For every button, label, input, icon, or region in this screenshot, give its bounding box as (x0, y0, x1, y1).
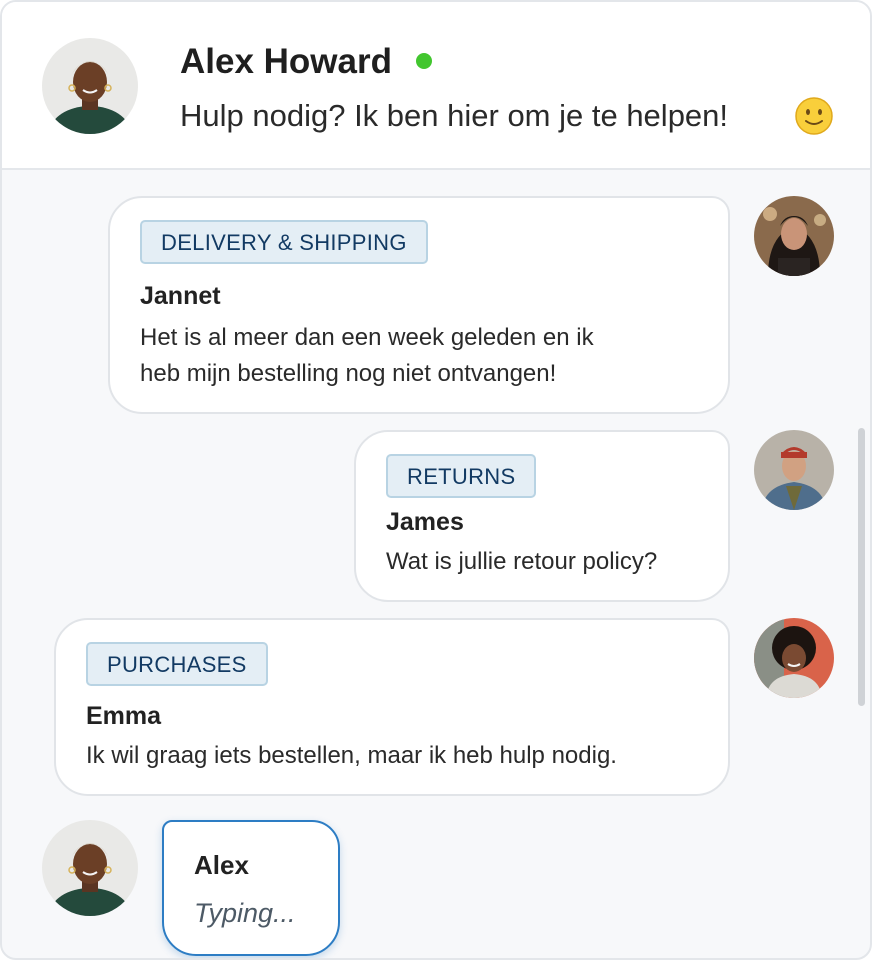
chat-widget: Alex Howard Hulp nodig? Ik ben hier om j… (0, 0, 872, 960)
agent-name: Alex Howard (180, 42, 392, 81)
agent-avatar (42, 38, 138, 134)
typing-sender-name: Alex (194, 850, 249, 880)
message-bubble: RETURNS James Wat is jullie retour polic… (354, 430, 730, 602)
message-bubble: DELIVERY & SHIPPING Jannet Het is al mee… (108, 196, 730, 414)
chat-header: Alex Howard Hulp nodig? Ik ben hier om j… (2, 2, 870, 170)
typing-status: Typing... (194, 898, 296, 928)
typing-indicator-bubble: Alex Typing... (162, 820, 340, 956)
message-text: heb mijn bestelling nog niet ontvangen! (140, 360, 557, 387)
message-bubble: PURCHASES Emma Ik wil graag iets bestell… (54, 618, 730, 796)
agent-avatar-small (42, 820, 138, 916)
scrollbar-thumb[interactable] (858, 428, 865, 706)
message-text: Ik wil graag iets bestellen, maar ik heb… (86, 742, 617, 769)
category-tag[interactable]: PURCHASES (86, 642, 268, 686)
sender-avatar-james (754, 430, 834, 510)
category-tag[interactable]: RETURNS (386, 454, 537, 498)
sender-name: Emma (86, 702, 162, 730)
message-text: Het is al meer dan een week geleden en i… (140, 324, 594, 351)
category-tag[interactable]: DELIVERY & SHIPPING (140, 220, 428, 264)
online-status-indicator (416, 53, 432, 69)
sender-avatar-emma (754, 618, 834, 698)
sender-avatar-jannet (754, 196, 834, 276)
slightly-smiling-face-icon (794, 96, 834, 136)
sender-name: James (386, 508, 464, 536)
agent-tagline: Hulp nodig? Ik ben hier om je te helpen! (180, 98, 729, 133)
sender-name: Jannet (140, 282, 221, 310)
message-text: Wat is jullie retour policy? (386, 548, 658, 575)
